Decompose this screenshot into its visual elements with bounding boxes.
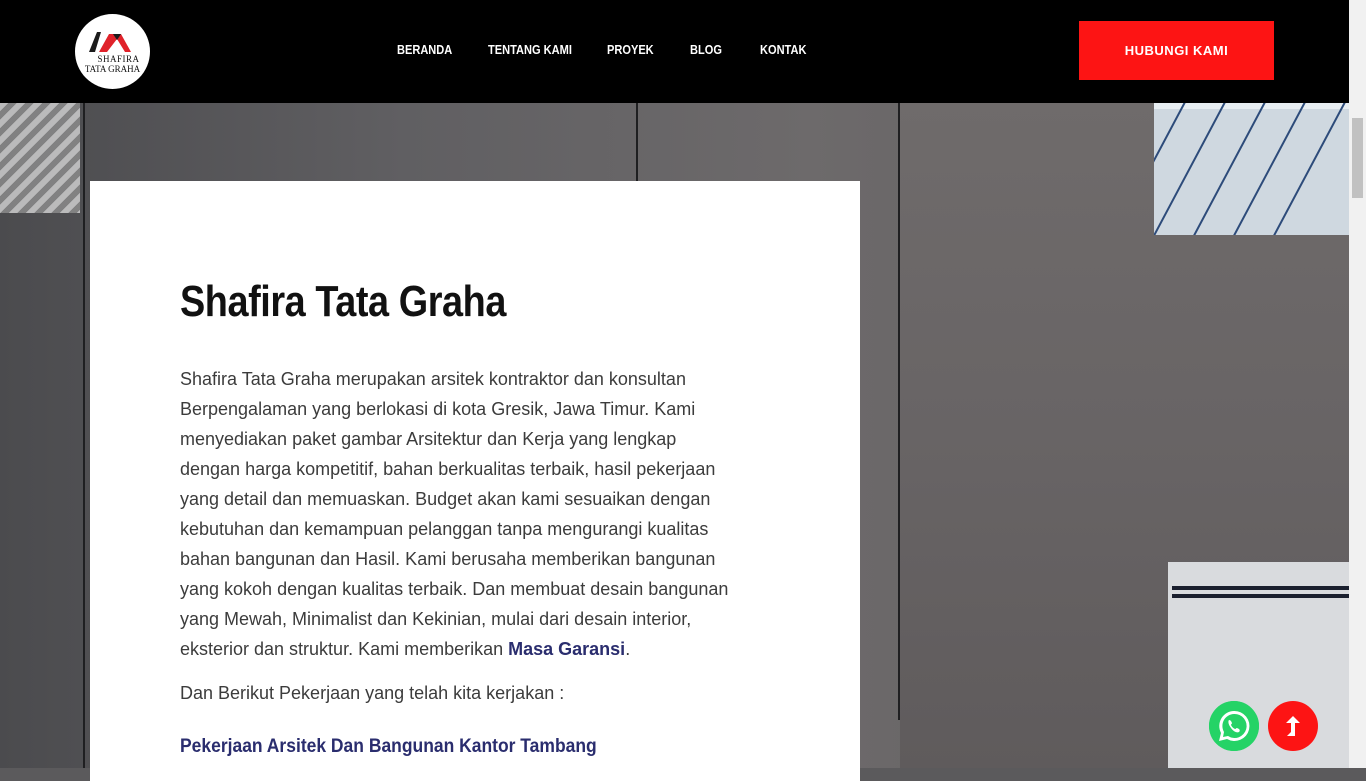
paragraph-period: . (625, 639, 631, 659)
site-header: SHAFIRA TATA GRAHA BERANDA TENTANG KAMI … (0, 0, 1349, 103)
nav-item-proyek[interactable]: PROYEK (607, 42, 654, 57)
warranty-link[interactable]: Masa Garansi (508, 639, 625, 659)
paragraph-text: eksterior dan struktur. Kami memberikan (180, 639, 509, 659)
whatsapp-button[interactable] (1209, 701, 1259, 751)
nav-item-tentang-kami[interactable]: TENTANG KAMI (488, 42, 572, 57)
paragraph-line: dengan harga kompetitif, bahan berkualit… (180, 459, 716, 479)
scrollbar-thumb[interactable] (1352, 118, 1363, 198)
project-heading: Pekerjaan Arsitek Dan Bangunan Kantor Ta… (180, 736, 597, 757)
paragraph-line: bahan bangunan dan Hasil. Kami berusaha … (180, 549, 716, 569)
logo-text-line2: TATA GRAHA (84, 64, 141, 74)
paragraph-line: menyediakan paket gambar Arsitektur dan … (180, 429, 677, 449)
projects-intro: Dan Berikut Pekerjaan yang telah kita ke… (180, 683, 565, 703)
paragraph-line: yang Mewah, Minimalist dan Kekinian, mul… (180, 609, 692, 629)
scroll-to-top-button[interactable] (1268, 701, 1318, 751)
paragraph-line: kebutuhan dan kemampuan pelanggan tanpa … (180, 519, 709, 539)
logo-mark-icon (89, 32, 131, 52)
contact-us-button[interactable]: HUBUNGI KAMI (1079, 21, 1274, 80)
paragraph-line-last: eksterior dan struktur. Kami memberikan … (180, 634, 780, 664)
window-blinds (0, 103, 80, 213)
site-logo[interactable]: SHAFIRA TATA GRAHA (75, 14, 150, 89)
whatsapp-icon (1209, 701, 1259, 751)
nav-item-beranda[interactable]: BERANDA (397, 42, 452, 57)
nav-item-blog[interactable]: BLOG (690, 42, 722, 57)
paragraph-line: Shafira Tata Graha merupakan arsitek kon… (180, 369, 686, 389)
paragraph-line: yang kokoh dengan kualitas terbaik. Dan … (180, 579, 729, 599)
arrow-up-icon (1286, 716, 1300, 736)
paragraph-line: Berpengalaman yang berlokasi di kota Gre… (180, 399, 696, 419)
paragraph-line: yang detail dan memuaskan. Budget akan k… (180, 489, 711, 509)
page-title: Shafira Tata Graha (180, 277, 506, 326)
nav-item-kontak[interactable]: KONTAK (760, 42, 806, 57)
about-card: Shafira Tata Graha Shafira Tata Graha me… (90, 181, 860, 781)
hanging-rod (898, 100, 900, 720)
page-scrollbar[interactable] (1349, 0, 1366, 768)
logo-text-line1: SHAFIRA (97, 54, 140, 64)
hanging-rod (83, 100, 85, 768)
background-window (1154, 103, 1349, 235)
about-paragraph: Shafira Tata Graha merupakan arsitek kon… (180, 364, 780, 664)
